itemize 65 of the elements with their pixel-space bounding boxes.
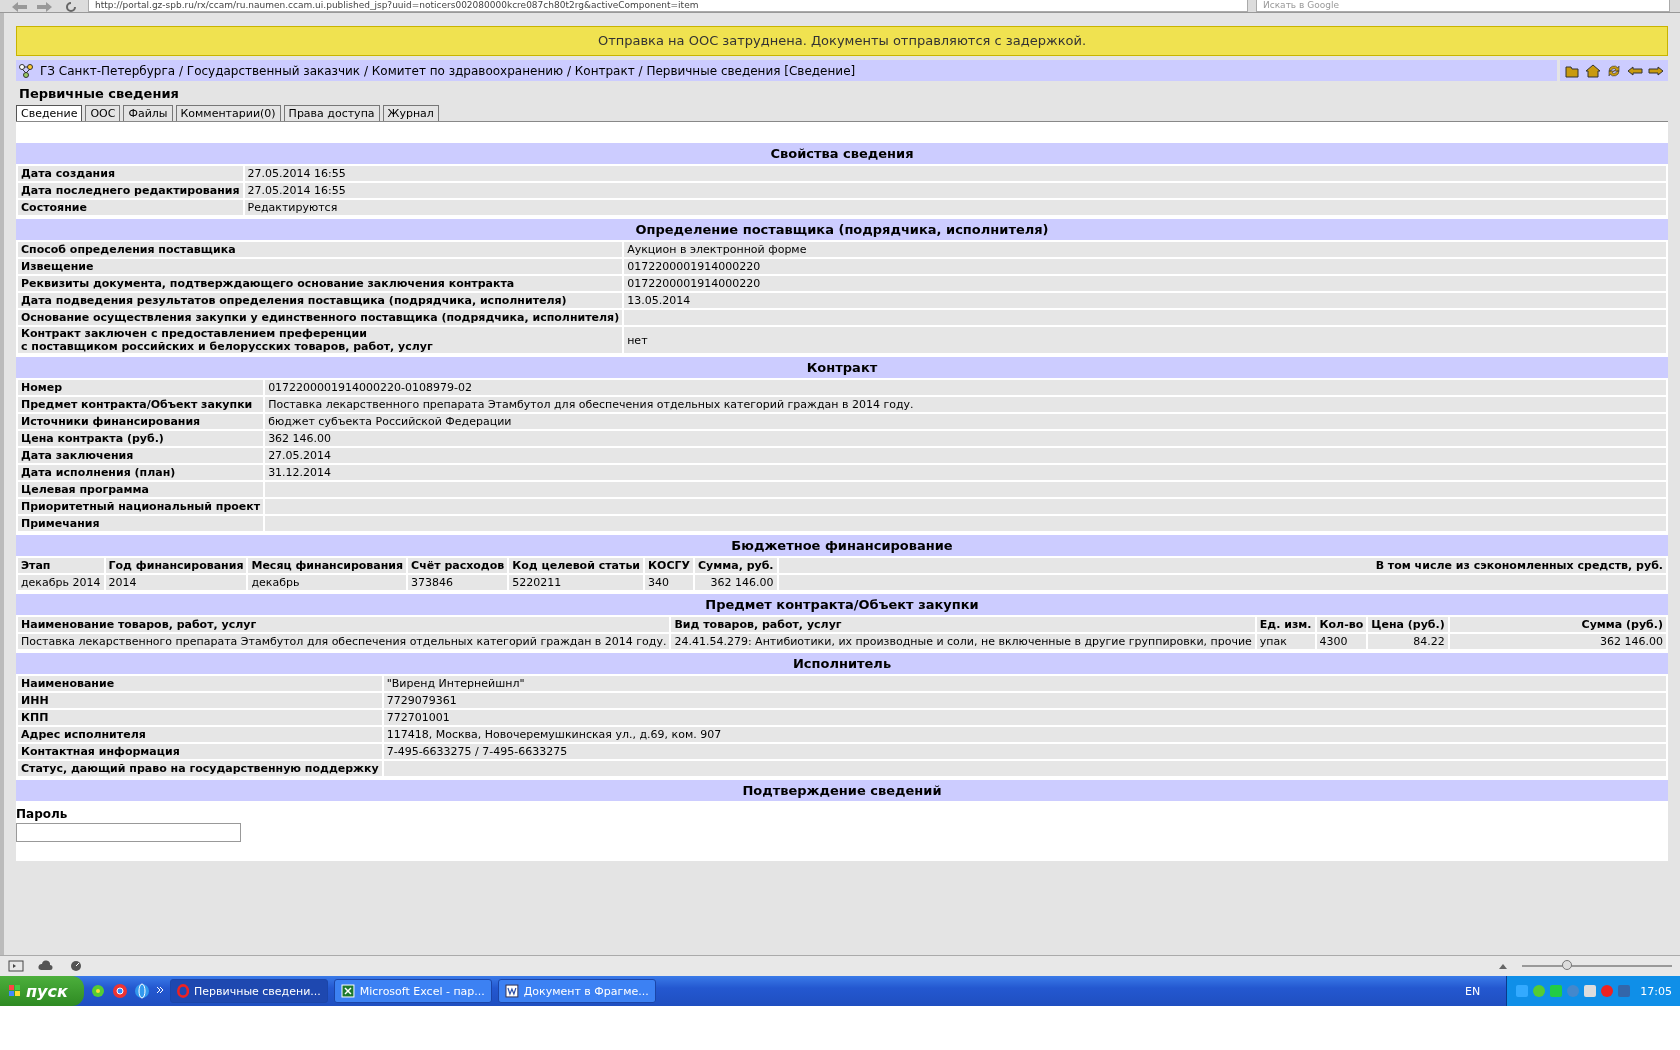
panel-icon[interactable] [8,960,24,972]
taskbar-button[interactable]: Первичные сведени... [169,979,328,1003]
field-value: 0172200001914000220-0108979-02 [264,379,1667,396]
column-header: Месяц финансирования [247,557,408,574]
opera-icon [176,984,190,998]
flower-icon[interactable] [89,983,106,999]
network-icon [18,62,34,79]
field-value: нет [623,326,1667,354]
field-label: Дата создания [17,165,244,182]
section-header: Бюджетное финансирование [16,535,1668,556]
column-header: Кол-во [1315,616,1368,633]
column-header: Сумма (руб.) [1448,616,1667,633]
start-button[interactable]: пуск [0,976,84,1006]
tab[interactable]: Журнал [382,105,439,121]
section-header: Свойства сведения [16,143,1668,164]
section-header: Предмет контракта/Объект закупки [16,594,1668,615]
column-header: Сумма, руб. [694,557,778,574]
field-label: Пароль [16,807,69,821]
column-header: Код целевой статьи [508,557,645,574]
password-field[interactable] [16,823,241,842]
tab[interactable]: ООС [85,105,121,121]
field-label: Наименование [17,675,383,692]
field-value: Аукцион в электронной форме [623,241,1667,258]
address-bar[interactable]: http://portal.gz-spb.ru/rx/ccam/ru.naumen.ccam.ui.published_jsp?uuid=noticers002080000kcre087ch80t2rg&activeComponent=item [88,0,1248,12]
section-header: Контракт [16,357,1668,378]
section-header: Исполнитель [16,653,1668,674]
tab[interactable]: Комментарии(0) [175,105,281,121]
browser-icon[interactable] [111,983,128,999]
warning-banner: Отправка на ООС затруднена. Документы отправляются с задержкой. [16,26,1668,56]
breadcrumb: ГЗ Санкт-Петербурга / Государственный заказчик / Комитет по здравоохранению / Контракт / Первичные сведения [Сведение] [40,63,856,78]
spreadsheet-icon [340,984,355,998]
tab[interactable]: Сведение [16,105,83,121]
document-icon [504,984,519,998]
column-header: Наименование товаров, работ, услуг [17,616,671,633]
column-header: Ед. изм. [1255,616,1316,633]
column-header: Этап [17,557,105,574]
field-label: Контракт заключен с предоставлением преференции с поставщиком российских и белорусских товаров, работ, услуг [17,326,624,354]
section-header: Определение поставщика (подрядчика, исполнителя) [16,219,1668,240]
refresh-icon[interactable] [1606,62,1622,79]
tab[interactable]: Файлы [123,105,173,121]
column-header: Цена (руб.) [1367,616,1449,633]
triangle-icon[interactable] [1498,962,1508,970]
globe-icon[interactable] [133,983,150,999]
page-title: Первичные сведения [19,86,180,101]
zoom-slider[interactable] [1522,960,1672,972]
field-value: 27.05.2014 16:55 [243,165,1667,182]
speedometer-icon[interactable] [68,960,84,972]
taskbar-button[interactable]: Microsoft Excel - пар... [333,979,492,1003]
tab[interactable]: Права доступа [283,105,380,121]
section-header: Подтверждение сведений [16,780,1668,801]
column-header: Год финансирования [104,557,248,574]
column-header: КОСГУ [644,557,694,574]
field-label: Номер [17,379,265,396]
language-indicator[interactable]: EN [1465,984,1481,998]
home-icon[interactable] [1585,62,1601,79]
column-header: Счёт расходов [407,557,509,574]
column-header: В том числе из сэкономленных средств, руб. [777,557,1667,574]
field-value: "Виренд Интернейшнл" [382,675,1667,692]
clock: 17:05 [1640,984,1672,998]
taskbar-button[interactable]: Документ в Фрагме... [497,979,656,1003]
windows-logo-icon [8,984,22,998]
column-header: Вид товаров, работ, услуг [670,616,1256,633]
cloud-icon[interactable] [38,960,54,972]
tray-icon[interactable] [1583,984,1598,998]
field-label: Способ определения поставщика [17,241,624,258]
